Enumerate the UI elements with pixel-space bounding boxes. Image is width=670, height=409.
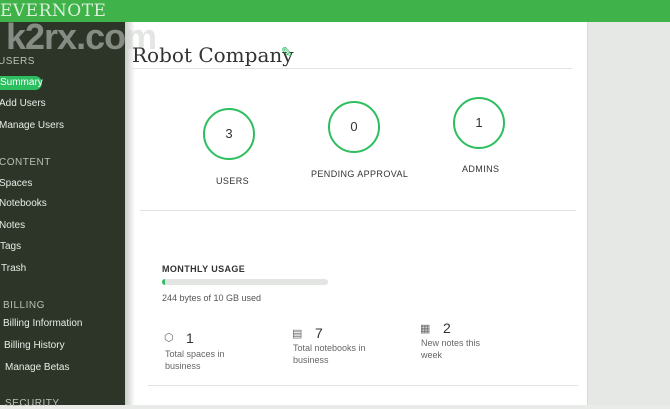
users-label: USERS (216, 176, 250, 186)
title-divider (132, 68, 572, 69)
sidebar-item-summary[interactable]: Summary (0, 76, 43, 90)
sidebar-section-billing: BILLING (3, 300, 45, 311)
sidebar-item-billing-history[interactable]: Billing History (4, 340, 65, 351)
notes-count: 2 (443, 320, 451, 336)
usage-progress-bar (162, 279, 328, 285)
cube-icon: ⬡ (164, 332, 174, 344)
sidebar-item-add-users[interactable]: Add Users (0, 98, 46, 109)
sidebar-item-trash[interactable]: Trash (1, 263, 26, 274)
sidebar-section-security: SECURITY (5, 398, 60, 409)
sidebar-item-billing-information[interactable]: Billing Information (3, 318, 82, 329)
pending-approval-count: 0 (328, 101, 380, 153)
usage-progress-fill (162, 279, 166, 285)
sidebar-item-tags[interactable]: Tags (0, 241, 21, 252)
sidebar-shadow (125, 22, 135, 405)
spaces-label: Total spaces in business (165, 349, 225, 371)
usage-text: 244 bytes of 10 GB used (162, 293, 262, 303)
usage-divider (148, 385, 578, 386)
pending-approval-label: PENDING APPROVAL (311, 169, 409, 179)
sidebar-section-content: CONTENT (0, 157, 51, 168)
right-panel (587, 22, 670, 405)
notebooks-label: Total notebooks in business (293, 343, 366, 365)
sidebar-item-spaces[interactable]: Spaces (0, 178, 32, 189)
sidebar-item-notes[interactable]: Notes (0, 220, 25, 231)
sidebar-item-manage-users[interactable]: Manage Users (0, 120, 64, 131)
page-title: Robot Company (132, 43, 294, 67)
notes-label: New notes this week (421, 338, 481, 360)
notebooks-count: 7 (315, 325, 323, 341)
monthly-usage-title: MONTHLY USAGE (162, 264, 246, 274)
spaces-count: 1 (186, 330, 194, 346)
sidebar-item-manage-betas[interactable]: Manage Betas (5, 362, 70, 373)
stats-divider (140, 210, 576, 211)
notebook-icon: ▤ (292, 328, 303, 340)
users-count: 3 (203, 108, 255, 160)
sidebar-item-notebooks[interactable]: Notebooks (0, 198, 47, 209)
pencil-icon[interactable]: ✎ (281, 44, 293, 61)
admins-label: ADMINS (462, 164, 500, 174)
sidebar: USERS Summary Add Users Manage Users CON… (0, 22, 125, 409)
note-icon: ▦ (420, 323, 431, 335)
admins-count: 1 (453, 97, 505, 149)
